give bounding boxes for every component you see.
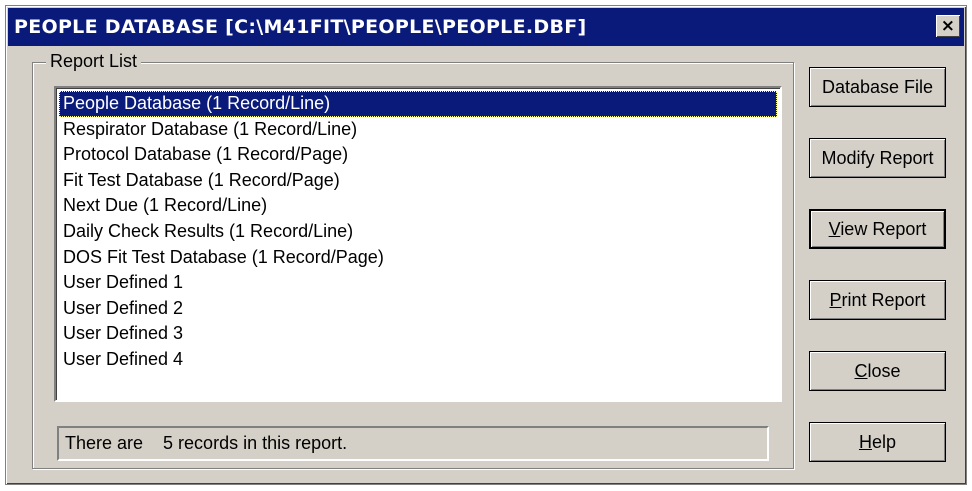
- list-item[interactable]: User Defined 1: [59, 270, 777, 296]
- help-button[interactable]: Help: [809, 422, 946, 462]
- close-icon[interactable]: ×: [936, 15, 960, 37]
- view-report-mnemonic: V: [828, 219, 841, 239]
- list-item[interactable]: DOS Fit Test Database (1 Record/Page): [59, 245, 777, 271]
- help-label: elp: [871, 432, 897, 452]
- print-report-label: rint Report: [841, 290, 926, 310]
- print-report-mnemonic: P: [829, 290, 842, 310]
- list-item[interactable]: User Defined 4: [59, 347, 777, 373]
- close-mnemonic: C: [854, 361, 868, 381]
- list-item[interactable]: People Database (1 Record/Line): [59, 91, 777, 117]
- close-label: lose: [867, 361, 901, 381]
- close-button[interactable]: Close: [809, 351, 946, 391]
- database-file-button[interactable]: Database File: [809, 67, 946, 107]
- record-count-status: There are 5 records in this report.: [57, 426, 769, 461]
- list-item[interactable]: User Defined 3: [59, 321, 777, 347]
- report-list-label: Report List: [46, 50, 142, 72]
- view-report-button[interactable]: View Report: [809, 209, 946, 249]
- window-title: PEOPLE DATABASE [C:\M41FIT\PEOPLE\PEOPLE…: [14, 16, 587, 38]
- help-mnemonic: H: [858, 432, 872, 452]
- list-item[interactable]: Fit Test Database (1 Record/Page): [59, 168, 777, 194]
- modify-report-button[interactable]: Modify Report: [809, 138, 946, 178]
- list-item[interactable]: Next Due (1 Record/Line): [59, 193, 777, 219]
- list-item[interactable]: Daily Check Results (1 Record/Line): [59, 219, 777, 245]
- list-item[interactable]: Protocol Database (1 Record/Page): [59, 142, 777, 168]
- title-bar[interactable]: PEOPLE DATABASE [C:\M41FIT\PEOPLE\PEOPLE…: [8, 8, 964, 46]
- view-report-label: iew Report: [840, 219, 927, 239]
- print-report-button[interactable]: Print Report: [809, 280, 946, 320]
- report-listbox[interactable]: People Database (1 Record/Line) Respirat…: [54, 86, 782, 402]
- list-item[interactable]: User Defined 2: [59, 296, 777, 322]
- list-item[interactable]: Respirator Database (1 Record/Line): [59, 117, 777, 143]
